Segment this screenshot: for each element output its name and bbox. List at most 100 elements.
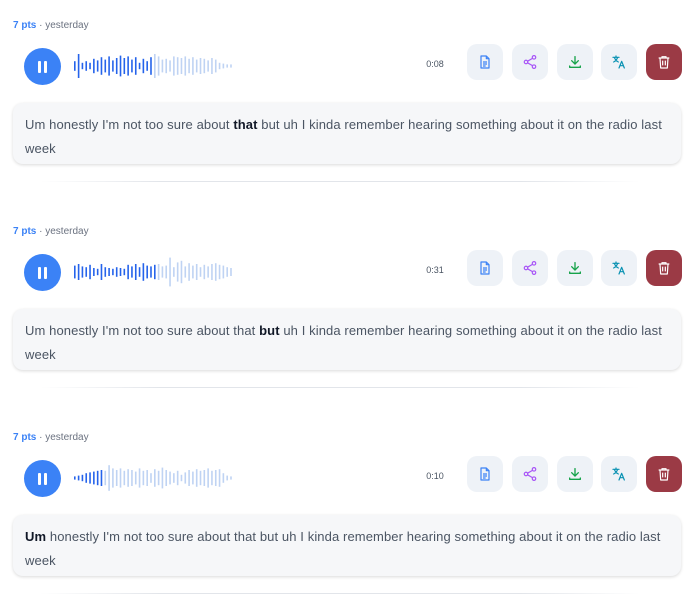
waveform-bar	[192, 265, 194, 279]
waveform[interactable]	[74, 460, 234, 496]
waveform-bar	[218, 62, 221, 70]
waveform-bar	[188, 58, 190, 74]
waveform-bar	[176, 57, 179, 75]
transcript-text: Um honestly I'm not too sure about that …	[25, 525, 669, 573]
pause-button[interactable]	[24, 254, 61, 291]
waveform-bar	[230, 268, 232, 276]
pause-button[interactable]	[24, 48, 61, 85]
waveform-bar	[195, 59, 198, 73]
waveform-bar	[100, 264, 103, 280]
waveform-bar	[127, 264, 129, 280]
download-button[interactable]	[557, 250, 593, 286]
download-icon	[567, 54, 583, 70]
waveform-bar	[81, 266, 84, 278]
delete-button[interactable]	[646, 456, 682, 492]
download-button[interactable]	[557, 456, 593, 492]
entry-divider	[40, 181, 640, 182]
document-icon	[477, 260, 493, 276]
waveform-bar	[100, 57, 103, 75]
trash-icon	[656, 54, 672, 70]
waveform-bar	[81, 474, 84, 482]
waveform-bar	[93, 268, 95, 276]
transcript-button[interactable]	[467, 250, 503, 286]
transcript-button[interactable]	[467, 456, 503, 492]
waveform-bar	[165, 265, 168, 279]
waveform-bar	[131, 59, 133, 73]
waveform-bar	[199, 470, 202, 486]
waveform-bar	[123, 58, 126, 74]
waveform-bar	[77, 54, 80, 78]
waveform-bar	[184, 56, 187, 76]
points-label: 7 pts	[13, 226, 37, 237]
waveform-bar	[203, 58, 206, 74]
waveform-bar	[77, 475, 80, 481]
transcript-button[interactable]	[467, 44, 503, 80]
translate-button[interactable]	[601, 44, 637, 80]
share-button[interactable]	[512, 456, 548, 492]
waveform-bar	[96, 268, 99, 276]
translate-button[interactable]	[601, 250, 637, 286]
meta-separator: ·	[39, 432, 43, 443]
delete-button[interactable]	[646, 250, 682, 286]
translate-icon	[611, 54, 627, 70]
waveform-bar	[131, 266, 133, 278]
waveform-bar	[112, 268, 114, 276]
waveform[interactable]	[74, 48, 234, 84]
waveform-bar	[188, 470, 190, 486]
download-icon	[567, 260, 583, 276]
waveform-bar	[226, 267, 228, 277]
waveform-bar	[150, 266, 152, 278]
highlighted-word: but	[259, 323, 280, 338]
pause-icon	[38, 60, 41, 73]
waveform-bar	[192, 471, 194, 485]
translate-button[interactable]	[601, 456, 637, 492]
share-button[interactable]	[512, 250, 548, 286]
download-button[interactable]	[557, 44, 593, 80]
translate-icon	[611, 260, 627, 276]
waveform-bar	[146, 470, 148, 486]
waveform-bar	[89, 264, 91, 280]
waveform-bar	[157, 264, 160, 280]
waveform-bar	[96, 470, 99, 486]
highlighted-word: that	[233, 117, 258, 132]
waveform-bar	[180, 260, 183, 284]
trash-icon	[656, 466, 672, 482]
waveform-bar	[138, 62, 141, 70]
document-icon	[477, 466, 493, 482]
transcript-text: Um honestly I'm not too sure about that …	[25, 113, 669, 161]
audio-player: 0:10	[0, 456, 695, 500]
waveform-bar	[154, 264, 156, 280]
duration-label: 0:10	[426, 471, 444, 481]
waveform-bar	[203, 470, 206, 486]
meta-separator: ·	[39, 226, 43, 237]
audio-player: 0:08	[0, 44, 695, 88]
share-button[interactable]	[512, 44, 548, 80]
delete-button[interactable]	[646, 44, 682, 80]
pause-button[interactable]	[24, 460, 61, 497]
waveform[interactable]	[74, 254, 234, 290]
waveform-bar	[123, 268, 126, 276]
waveform-bar	[165, 470, 168, 486]
waveform-bar	[169, 257, 171, 287]
entry-divider	[40, 593, 640, 594]
waveform-bar	[169, 60, 171, 72]
entry-divider	[40, 387, 640, 388]
waveform-bar	[214, 263, 217, 281]
waveform-bar	[192, 57, 194, 75]
waveform-bar	[119, 55, 122, 77]
waveform-bar	[207, 60, 209, 72]
waveform-bar	[230, 64, 232, 68]
transcript-card: Um honestly I'm not too sure about that …	[13, 103, 681, 164]
waveform-bar	[176, 470, 179, 486]
waveform-bar	[74, 476, 76, 480]
waveform-bar	[81, 62, 84, 70]
share-icon	[522, 466, 538, 482]
waveform-bar	[89, 472, 91, 484]
pause-icon	[38, 472, 41, 485]
waveform-bar	[207, 266, 209, 278]
waveform-bar	[146, 265, 148, 279]
waveform-bar	[150, 57, 152, 75]
transcript-card: Um honestly I'm not too sure about that …	[13, 515, 681, 576]
timestamp: yesterday	[45, 432, 89, 443]
duration-label: 0:08	[426, 59, 444, 69]
